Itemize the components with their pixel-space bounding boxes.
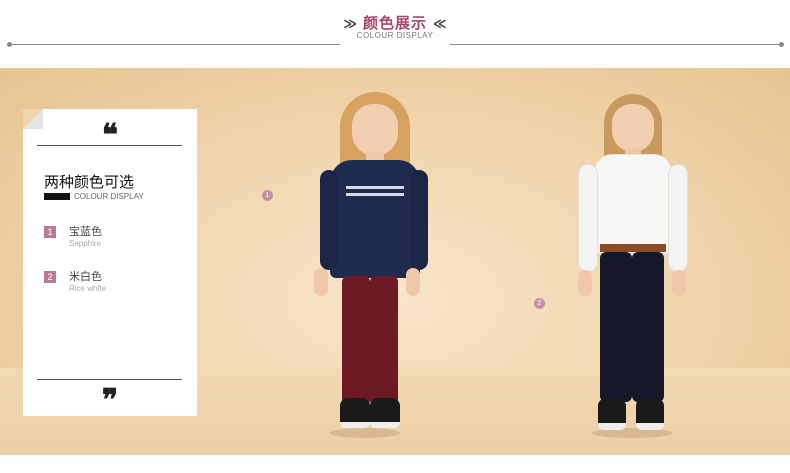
option-number-badge: 2 bbox=[44, 271, 56, 283]
header-title-row: ≫ 颜色展示 ≪ bbox=[0, 12, 790, 33]
left-hand bbox=[314, 268, 328, 296]
left-sneaker bbox=[340, 398, 370, 428]
right-hand bbox=[672, 270, 686, 296]
divider-line-left bbox=[10, 44, 340, 45]
face bbox=[352, 104, 398, 156]
face bbox=[612, 104, 654, 152]
section-title: 颜色展示 bbox=[362, 14, 427, 32]
right-sleeve bbox=[668, 164, 688, 272]
option-name-cn: 宝蓝色 bbox=[69, 225, 102, 238]
right-sneaker bbox=[636, 398, 664, 430]
option-name-cn: 米白色 bbox=[69, 270, 102, 283]
burgundy-pants-left bbox=[342, 276, 370, 406]
right-sneaker bbox=[370, 398, 400, 428]
navy-pants-left bbox=[600, 252, 632, 402]
double-arrow-right-icon: ≫ bbox=[343, 17, 357, 32]
open-quote-icon: ❝ bbox=[101, 118, 119, 153]
left-sleeve bbox=[578, 164, 598, 272]
heading-accent-bar bbox=[44, 193, 70, 200]
model-rice-white-outfit bbox=[570, 92, 694, 442]
card-divider-bottom bbox=[37, 379, 182, 380]
marker-1: 1 bbox=[262, 190, 273, 201]
smocking-stripe bbox=[346, 193, 404, 196]
figure-shadow bbox=[330, 428, 400, 438]
option-name-en: Rice white bbox=[69, 284, 106, 293]
card-heading: 两种颜色可选 bbox=[44, 173, 135, 191]
product-photo: ❝ 两种颜色可选 COLOUR DISPLAY 1 宝蓝色 Sapphire 2… bbox=[0, 68, 790, 455]
card-divider-top bbox=[37, 145, 182, 146]
smocking-stripe bbox=[346, 186, 404, 189]
right-hand bbox=[406, 268, 420, 296]
option-name-en: Sapphire bbox=[69, 239, 102, 248]
marker-2: 2 bbox=[534, 298, 545, 309]
left-hand bbox=[578, 270, 592, 296]
option-number-badge: 1 bbox=[44, 226, 56, 238]
right-sleeve bbox=[410, 170, 428, 270]
model-sapphire-outfit bbox=[300, 90, 430, 440]
double-arrow-left-icon: ≪ bbox=[433, 17, 447, 32]
left-sneaker bbox=[598, 398, 626, 430]
section-subtitle: COLOUR DISPLAY bbox=[356, 31, 434, 40]
brown-belt bbox=[600, 244, 666, 252]
navy-pants-right bbox=[632, 252, 664, 402]
divider-line-right bbox=[450, 44, 780, 45]
card-subheading: COLOUR DISPLAY bbox=[74, 192, 144, 201]
divider-dot-right bbox=[779, 42, 784, 47]
left-sleeve bbox=[320, 170, 338, 270]
colour-info-card: ❝ 两种颜色可选 COLOUR DISPLAY 1 宝蓝色 Sapphire 2… bbox=[23, 109, 197, 416]
sapphire-blouse bbox=[330, 160, 420, 278]
close-quote-icon: ❞ bbox=[101, 383, 119, 418]
white-blouse bbox=[594, 154, 672, 254]
section-header: ≫ 颜色展示 ≪ COLOUR DISPLAY bbox=[0, 0, 790, 66]
burgundy-pants-right bbox=[370, 276, 398, 406]
